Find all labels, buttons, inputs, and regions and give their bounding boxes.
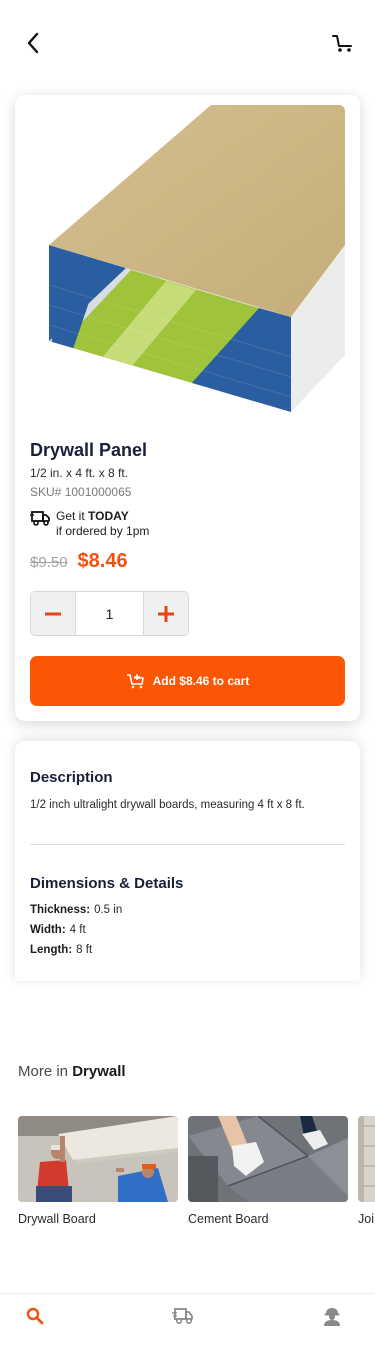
price-row: $9.50 $8.46 — [30, 550, 128, 573]
spec-row: Width: 4 ft — [30, 924, 86, 936]
product-size: 1/2 in. x 4 ft. x 8 ft. — [30, 466, 129, 480]
delivery-cutoff: if ordered by 1pm — [56, 524, 150, 538]
spec-value: 4 ft — [69, 924, 86, 936]
decrease-button[interactable] — [31, 592, 75, 635]
chevron-left-icon — [27, 32, 39, 54]
description-heading: Description — [30, 769, 113, 786]
spec-value: 8 ft — [76, 944, 93, 956]
spec-label: Width: — [30, 924, 66, 936]
delivery-day: TODAY — [88, 509, 129, 523]
related-item-label: Cement Board — [188, 1212, 269, 1226]
nav-search[interactable] — [20, 1304, 50, 1328]
delivery-info: Get it TODAY if ordered by 1pm — [30, 509, 149, 539]
back-button[interactable] — [18, 28, 48, 58]
add-to-cart-icon — [126, 674, 144, 689]
more-prefix: More in — [18, 1063, 69, 1080]
minus-icon — [45, 612, 61, 615]
delivery-prefix: Get it — [56, 509, 85, 523]
spec-row: Length: 8 ft — [30, 944, 92, 956]
more-section-title: More in Drywall — [18, 1063, 126, 1080]
add-to-cart-label: Add $8.46 to cart — [152, 674, 250, 688]
current-price: $8.46 — [77, 550, 128, 572]
joint-compound-image — [358, 1116, 375, 1202]
product-title: Drywall Panel — [30, 440, 148, 460]
spec-label: Thickness: — [30, 904, 91, 916]
more-category: Drywall — [72, 1063, 126, 1080]
related-item-joint[interactable]: Joi — [358, 1116, 375, 1226]
cart-button[interactable] — [328, 28, 358, 58]
delivery-truck-icon — [172, 1308, 193, 1325]
nav-delivery[interactable] — [168, 1304, 198, 1328]
product-card: Drywall Panel 1/2 in. x 4 ft. x 8 ft. SK… — [15, 95, 360, 721]
delivery-text: Get it TODAY if ordered by 1pm — [56, 509, 149, 539]
related-item-cement-board[interactable]: Cement Board — [188, 1116, 348, 1226]
sku-label: SKU# — [30, 485, 62, 499]
spec-row: Thickness: 0.5 in — [30, 904, 122, 916]
delivery-truck-icon — [30, 511, 50, 526]
cart-icon — [332, 35, 352, 52]
bottom-navigation — [0, 1293, 375, 1369]
description-text: 1/2 inch ultralight drywall boards, meas… — [30, 799, 305, 811]
related-item-label: Drywall Board — [18, 1212, 96, 1226]
product-sku: SKU# 1001000065 — [30, 485, 131, 499]
search-icon — [26, 1307, 44, 1325]
add-to-cart-button[interactable]: Add $8.46 to cart — [30, 656, 345, 706]
spec-value: 0.5 in — [94, 904, 123, 916]
divider — [30, 844, 345, 845]
spec-label: Length: — [30, 944, 73, 956]
quantity-stepper: 1 — [30, 591, 189, 636]
worker-profile-icon — [324, 1308, 340, 1326]
nav-profile[interactable] — [317, 1304, 347, 1328]
plus-icon — [158, 605, 174, 622]
related-item-label: Joi — [358, 1212, 374, 1226]
old-price: $9.50 — [30, 554, 68, 571]
sku-value: 1001000065 — [64, 485, 132, 499]
cement-board-image — [188, 1116, 348, 1202]
product-image — [31, 105, 345, 419]
increase-button[interactable] — [144, 592, 188, 635]
product-info-card: Description 1/2 inch ultralight drywall … — [15, 741, 360, 981]
drywall-board-image — [18, 1116, 178, 1202]
details-heading: Dimensions & Details — [30, 875, 184, 892]
related-item-drywall-board[interactable]: Drywall Board — [18, 1116, 178, 1226]
top-bar — [0, 0, 375, 90]
quantity-value[interactable]: 1 — [75, 592, 144, 635]
